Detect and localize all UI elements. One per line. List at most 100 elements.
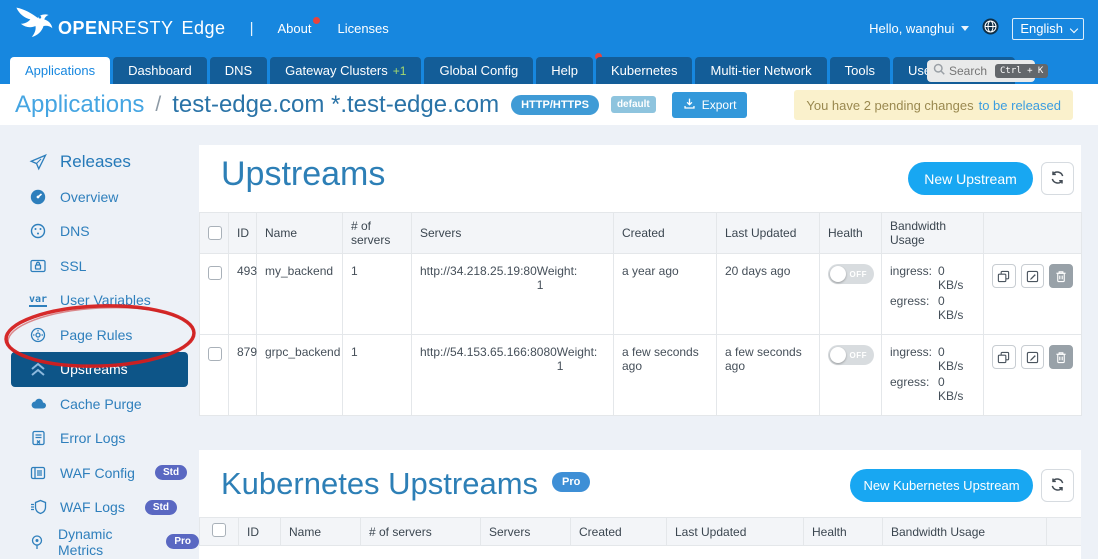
k8s-title-text: Kubernetes Upstreams [221,466,538,501]
upstreams-table: ID Name # of servers Servers Created Las… [199,212,1082,416]
sidebar-item-label: Error Logs [60,430,125,446]
edit-button[interactable] [1021,345,1045,369]
sidebar-item-waf-logs[interactable]: WAF Logs Std [0,490,199,525]
about-label: About [277,21,311,36]
column-header-actions [1047,518,1082,546]
sidebar-item-label: Cache Purge [60,396,142,412]
tab-dashboard[interactable]: Dashboard [113,57,207,84]
chevrons-up-icon [29,361,47,377]
egress-value: 0 KB/s [938,294,968,322]
cell-name: grpc_backend [257,335,343,416]
licenses-link[interactable]: Licenses [337,21,388,36]
tab-tools[interactable]: Tools [830,57,890,84]
breadcrumb-applications-link[interactable]: Applications [15,91,144,119]
select-all-checkbox[interactable] [208,226,222,240]
tab-count-badge: +1 [393,64,407,78]
sidebar-item-dns[interactable]: DNS [0,214,199,249]
global-search-box[interactable]: Ctrl + K [927,60,1035,82]
lock-certificate-icon [29,258,47,274]
delete-button[interactable] [1049,345,1073,369]
pro-badge: Pro [552,472,590,492]
cell-num-servers: 1 [343,254,412,335]
egress-label: egress: [890,375,930,403]
sidebar-item-releases[interactable]: Releases [0,145,199,180]
sidebar-item-cache-purge[interactable]: Cache Purge [0,387,199,422]
tab-global-config[interactable]: Global Config [424,57,533,84]
gear-circle-icon [29,327,47,343]
table-row [200,546,1082,559]
cell-last-updated: 20 days ago [717,254,820,335]
paper-plane-icon [29,153,47,171]
column-header-health: Health [820,213,882,254]
bird-logo-icon [12,6,56,51]
error-log-document-icon [29,430,47,446]
refresh-button[interactable] [1041,469,1074,502]
sidebar-item-error-logs[interactable]: Error Logs [0,421,199,456]
refresh-button[interactable] [1041,162,1074,195]
about-link[interactable]: About [277,21,311,36]
table-row: 493 my_backend 1 http://34.218.25.19:80W… [200,254,1082,335]
tab-multi-tier-network[interactable]: Multi-tier Network [695,57,826,84]
column-header-last-updated: Last Updated [667,518,804,546]
tab-label: Tools [845,63,875,78]
upstreams-header: Upstreams New Upstream [199,145,1081,212]
var-glyph: var [29,294,47,307]
sidebar-item-dynamic-metrics[interactable]: Dynamic Metrics Pro [0,525,199,559]
copy-button[interactable] [992,264,1016,288]
tab-label: Global Config [439,63,518,78]
ingress-value: 0 KB/s [938,345,968,373]
tab-label: Applications [25,63,95,78]
sidebar-item-label: WAF Config [60,465,135,481]
brand-resty: RESTY [111,18,174,38]
cell-name: my_backend [257,254,343,335]
to-be-released-link[interactable]: to be released [979,98,1061,113]
column-header-num-servers: # of servers [343,213,412,254]
copy-button[interactable] [992,345,1016,369]
delete-button[interactable] [1049,264,1073,288]
cell-id: 879 [229,335,257,416]
breadcrumb: Applications / test-edge.com *.test-edge… [0,84,1098,125]
search-input[interactable] [949,64,991,78]
globe-icon [982,18,999,40]
protocol-badge: HTTP/HTTPS [511,95,599,115]
row-checkbox[interactable] [208,266,222,280]
row-checkbox[interactable] [208,347,222,361]
sidebar-item-page-rules[interactable]: Page Rules [0,318,199,353]
tab-gateway-clusters[interactable]: Gateway Clusters+1 [270,57,421,84]
language-select[interactable]: English [1012,18,1084,40]
k8s-upstreams-table: ID Name # of servers Servers Created Las… [199,517,1081,559]
edit-button[interactable] [1021,264,1045,288]
toggle-state-label: OFF [850,351,868,360]
health-toggle[interactable]: OFF [828,264,874,284]
user-menu[interactable]: Hello, wanghui [869,21,969,36]
brand-separator: | [250,20,254,37]
new-kubernetes-upstream-button[interactable]: New Kubernetes Upstream [850,469,1033,502]
export-label: Export [702,98,737,112]
health-toggle[interactable]: OFF [828,345,874,365]
sidebar-item-label: Overview [60,189,118,205]
sidebar-item-waf-config[interactable]: WAF Config Std [0,456,199,491]
new-upstream-button[interactable]: New Upstream [908,162,1033,195]
tab-kubernetes[interactable]: Kubernetes [596,57,693,84]
kubernetes-upstreams-section: Kubernetes Upstreams Pro New Kubernetes U… [199,450,1081,559]
location-pin-icon [29,534,45,550]
tab-applications[interactable]: Applications [10,57,110,84]
tab-help[interactable]: Help [536,57,593,84]
sidebar-item-label: WAF Logs [60,499,125,515]
export-button[interactable]: Export [672,92,748,118]
sidebar-item-label: SSL [60,258,86,274]
topbar-right: Hello, wanghui English [869,18,1084,40]
toggle-knob [830,347,846,363]
ingress-value: 0 KB/s [938,264,968,292]
cell-server-url: http://54.153.65.166:8080 [420,345,557,373]
sidebar-item-user-variables[interactable]: var User Variables [0,283,199,318]
default-badge: default [611,96,656,113]
sidebar-item-ssl[interactable]: SSL [0,249,199,284]
sidebar-item-upstreams[interactable]: Upstreams [11,352,188,387]
openresty-logo[interactable]: OPENRESTYEdge [12,6,226,51]
tab-dns[interactable]: DNS [210,57,267,84]
cell-created: a few seconds ago [614,335,717,416]
select-all-checkbox[interactable] [212,523,226,537]
sidebar-item-overview[interactable]: Overview [0,180,199,215]
egress-value: 0 KB/s [938,375,968,403]
